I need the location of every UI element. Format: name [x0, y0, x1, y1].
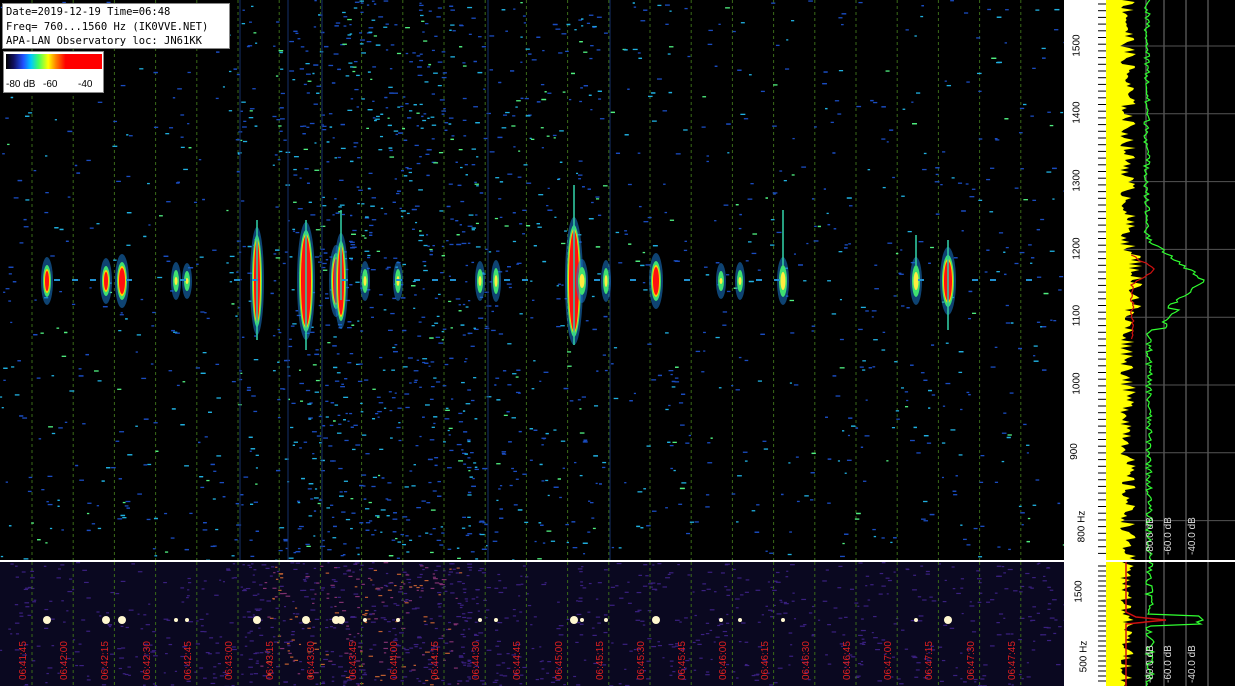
overview-echo — [944, 616, 952, 624]
overview-frequency-label: 1500 — [1073, 580, 1085, 603]
time-tick-label: 06:42:30 — [141, 641, 153, 680]
time-tick-label: 06:43:15 — [265, 641, 277, 680]
meteor-echo — [601, 260, 611, 302]
frequency-tick-label: 1200 — [1071, 237, 1083, 260]
panel-divider — [0, 560, 1235, 562]
waterfall-main — [0, 0, 1064, 560]
overview-echo — [494, 618, 498, 622]
info-box: Date=2019-12-19 Time=06:48 Freq= 760...1… — [2, 3, 230, 49]
overview-echo — [253, 616, 261, 624]
time-tick-label: 06:46:30 — [800, 641, 812, 680]
time-tick-label: 06:44:30 — [471, 641, 483, 680]
frequency-tick-label: 900 — [1068, 443, 1080, 460]
overview-echo — [914, 618, 918, 622]
overview-echo — [185, 618, 189, 622]
overview-echo — [302, 616, 310, 624]
frequency-tick-label: 1400 — [1071, 101, 1083, 124]
overview-echo — [396, 618, 400, 622]
meteor-echo — [716, 263, 726, 299]
overview-echo — [781, 618, 785, 622]
color-scale-label-mid: -60 — [43, 79, 58, 90]
spectrum-db-label: -40.0 dB — [1187, 517, 1198, 555]
frequency-axis-overview: 1500 500 Hz — [1064, 562, 1106, 686]
meteor-echo — [360, 261, 370, 301]
overview-echo — [102, 616, 110, 624]
overview-db-label: -40.0 dB — [1187, 645, 1198, 683]
overview-frequency-label: 500 Hz — [1078, 640, 1090, 673]
time-tick-label: 06:42:15 — [100, 641, 112, 680]
time-tick-label: 06:47:00 — [883, 641, 895, 680]
spectrum-panel-overview: -80.0 dB -60.0 dB -40.0 dB — [1106, 562, 1235, 686]
time-tick-label: 06:46:00 — [718, 641, 730, 680]
color-scale: -80 dB -60 -40 — [3, 51, 104, 93]
waterfall-canvas — [0, 0, 1064, 560]
overview-echo — [337, 616, 345, 624]
overview-echo — [604, 618, 608, 622]
overview-echo — [478, 618, 482, 622]
waterfall-overview — [0, 562, 1064, 686]
meteor-echo — [491, 260, 501, 302]
meteor-echo — [735, 262, 745, 300]
time-tick-label: 06:44:00 — [388, 641, 400, 680]
time-tick-label: 06:47:45 — [1006, 641, 1018, 680]
overview-db-label: -60.0 dB — [1163, 645, 1174, 683]
frequency-line: Freq= 760...1560 Hz (IK0VVE.NET) — [6, 20, 209, 33]
meteor-echo — [576, 259, 588, 303]
frequency-tick-label: 800 Hz — [1076, 510, 1088, 543]
frequency-tick-label: 1000 — [1071, 372, 1083, 395]
color-scale-label-max: -40 — [78, 79, 93, 90]
observatory-line: APA-LAN Observatory loc: JN61KK — [6, 35, 202, 47]
overview-echo — [118, 616, 126, 624]
overview-echo — [570, 616, 578, 624]
time-tick-label: 06:45:15 — [594, 641, 606, 680]
spectrum-panel-main: -80.0 dB -60.0 dB -40.0 dB — [1106, 0, 1235, 560]
frequency-axis-main: 1500 1400 1300 1200 1100 1000 900 800 Hz — [1064, 0, 1106, 560]
spectrum-db-label: -60.0 dB — [1163, 517, 1174, 555]
date-time-line: Date=2019-12-19 Time=06:48 — [6, 6, 171, 18]
meteor-echo — [649, 253, 663, 309]
spectrum-average — [1142, 0, 1205, 560]
frequency-tick-label: 1100 — [1071, 304, 1083, 327]
time-tick-label: 06:43:00 — [224, 641, 235, 680]
spectrum-db-label: -80.0 dB — [1145, 517, 1156, 555]
overview-echo — [43, 616, 51, 624]
overview-noise — [0, 562, 1064, 686]
time-tick-label: 06:44:15 — [430, 641, 441, 680]
time-tick-label: 06:46:15 — [759, 641, 771, 680]
color-gradient — [6, 54, 102, 69]
overview-canvas — [0, 562, 1064, 686]
meteor-echo — [100, 258, 112, 304]
meteor-echo — [475, 261, 485, 301]
time-tick-label: 06:43:45 — [347, 641, 359, 680]
time-tick-label: 06:41:45 — [18, 641, 29, 680]
overview-echo — [719, 618, 723, 622]
overview-echo — [738, 618, 742, 622]
time-tick-label: 06:45:45 — [677, 641, 689, 680]
meteor-echo — [41, 257, 53, 305]
noise-field — [0, 0, 1064, 560]
overview-db-label: -80.0 dB — [1145, 645, 1156, 683]
color-scale-label-min: -80 dB — [6, 79, 36, 90]
time-tick-label: 06:45:00 — [553, 641, 565, 680]
overview-echo — [363, 618, 367, 622]
overview-echo — [580, 618, 584, 622]
meteor-echo — [171, 262, 181, 300]
overview-echo — [652, 616, 660, 624]
time-tick-label: 06:45:30 — [636, 641, 647, 680]
spectrum-peak-hold — [1106, 0, 1143, 560]
time-tick-label: 06:47:30 — [965, 641, 977, 680]
frequency-tick-label: 1500 — [1071, 34, 1083, 57]
overview-echo — [174, 618, 178, 622]
time-tick-label: 06:44:45 — [512, 641, 524, 680]
time-tick-label: 06:43:30 — [306, 641, 318, 680]
time-tick-label: 06:42:45 — [182, 641, 194, 680]
time-tick-label: 06:42:00 — [59, 641, 71, 680]
frequency-tick-label: 1300 — [1071, 169, 1083, 192]
time-tick-label: 06:46:45 — [842, 641, 853, 680]
time-tick-label: 06:47:15 — [924, 641, 936, 680]
